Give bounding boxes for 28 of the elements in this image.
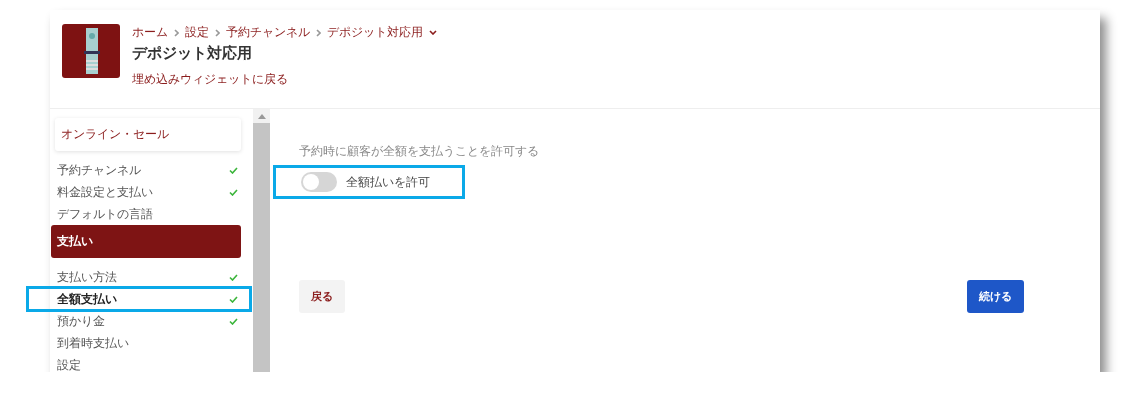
chevron-right-icon — [316, 28, 321, 37]
breadcrumb-link[interactable]: 予約チャンネル — [226, 24, 310, 41]
breadcrumb-link[interactable]: ホーム — [132, 24, 168, 41]
scroll-up-icon[interactable] — [257, 113, 266, 119]
chevron-right-icon — [215, 28, 220, 37]
toggle-label: 全額払いを許可 — [346, 173, 430, 191]
chevron-down-icon[interactable] — [429, 30, 437, 35]
sidebar-item[interactable]: 予約チャンネル — [55, 159, 241, 181]
breadcrumb-link[interactable]: デポジット対応用 — [327, 24, 423, 41]
sidebar-item[interactable]: 料金設定と支払い — [55, 181, 241, 203]
scrollbar[interactable] — [253, 109, 270, 372]
sidebar-item[interactable]: デフォルトの言語 — [55, 203, 241, 225]
section-header[interactable]: オンライン・セール — [55, 118, 241, 151]
setting-description: 予約時に顧客が全額を支払うことを許可する — [299, 143, 540, 160]
sidebar-item[interactable]: 預かり金 — [55, 310, 241, 332]
sidebar-item[interactable]: 到着時支払い — [55, 332, 241, 354]
sidebar-item[interactable]: 設定 — [55, 354, 241, 372]
breadcrumb-link[interactable]: 設定 — [185, 24, 209, 41]
chevron-right-icon — [174, 28, 179, 37]
sidebar-item[interactable]: 全額支払い — [28, 288, 250, 310]
page-title: デポジット対応用 — [132, 44, 253, 63]
back-link[interactable]: 埋め込みウィジェットに戻る — [132, 72, 288, 86]
sidebar-item[interactable]: 支払い方法 — [55, 266, 241, 288]
section-header[interactable]: 支払い — [51, 225, 241, 258]
logo-icon — [62, 24, 120, 78]
back-button[interactable]: 戻る — [299, 280, 345, 313]
toggle-switch[interactable] — [301, 172, 337, 192]
continue-button[interactable]: 続ける — [967, 280, 1024, 313]
